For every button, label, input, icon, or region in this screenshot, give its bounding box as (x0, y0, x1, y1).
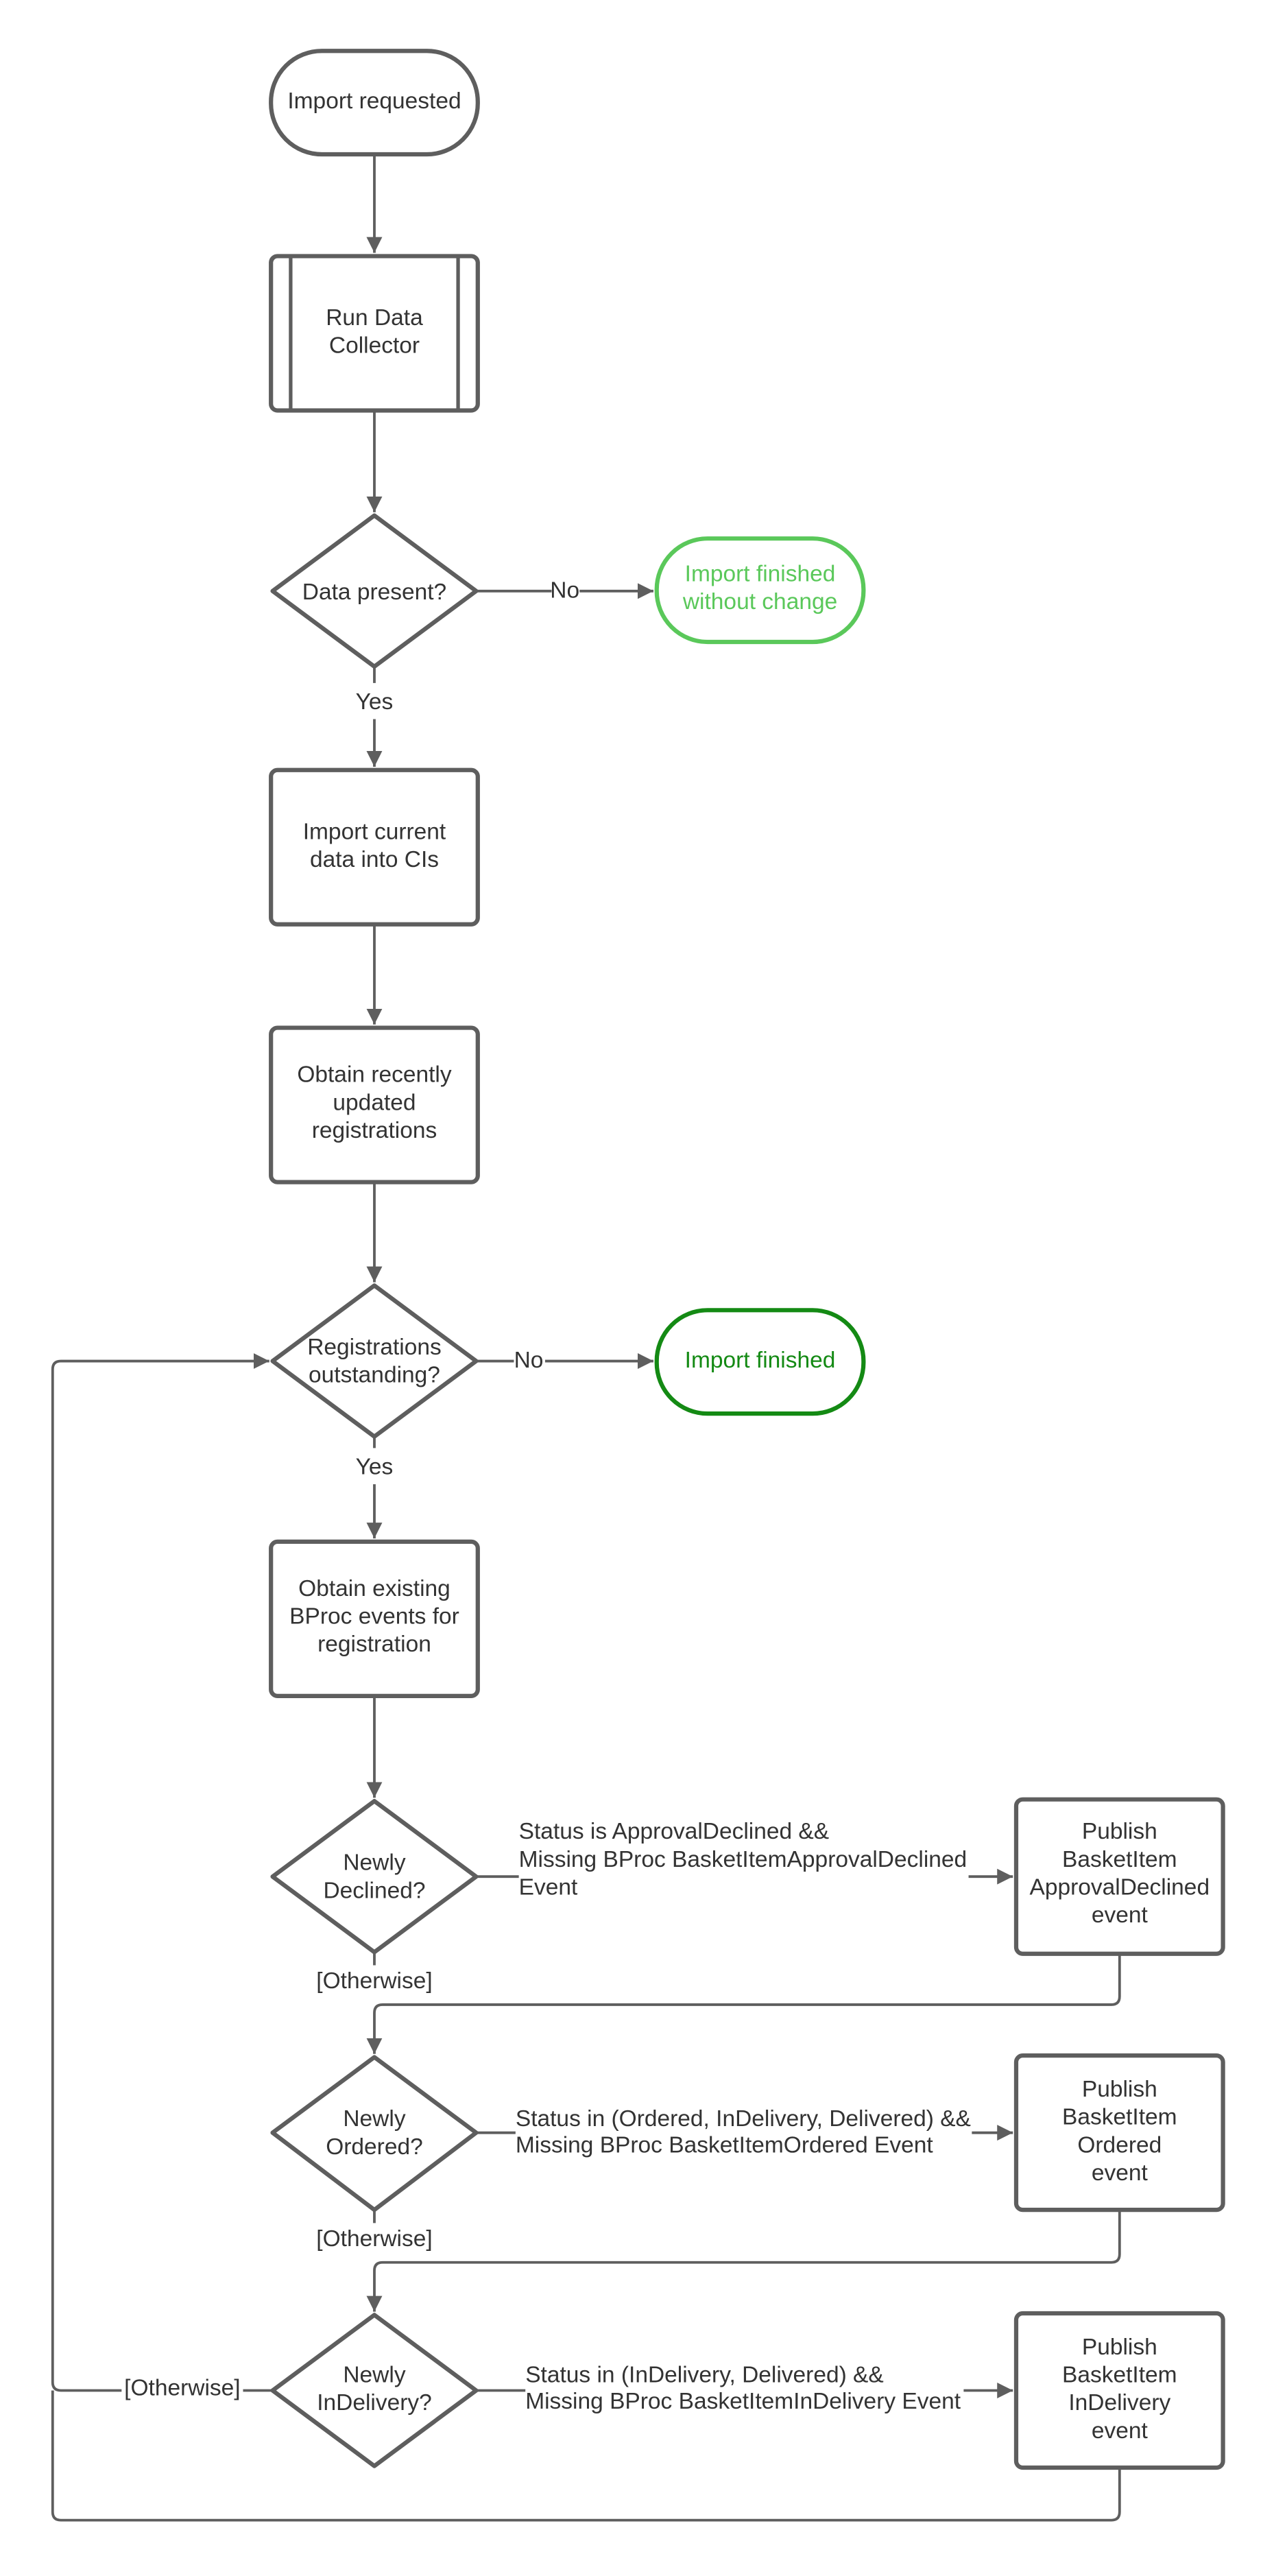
publish-declined-label-1: Publish (1082, 1819, 1157, 1844)
publish-declined-label-2: BasketItem (1062, 1847, 1177, 1872)
collector-label-2: Collector (329, 333, 420, 359)
publish-indelivery-label-4: event (1092, 2418, 1149, 2444)
edge-ordered-indelivery (374, 2210, 1121, 2311)
declined-label-2: Declined? (323, 1878, 425, 1903)
obtain-existing-label-1: Obtain existing (298, 1576, 450, 1601)
obtain-existing-label-2: BProc events for (289, 1604, 459, 1630)
obtain-recent-label-3: registrations (312, 1118, 437, 1143)
publish-ordered-label-4: event (1092, 2160, 1149, 2186)
indelivery-cond-2: Missing BProc BasketItemInDelivery Event (525, 2389, 961, 2414)
end-no-change-label-1: Import finished (685, 561, 836, 586)
otherwise-label-2: [Otherwise] (316, 2226, 432, 2252)
data-present-label: Data present? (302, 580, 446, 605)
declined-cond-3: Event (519, 1875, 578, 1900)
publish-indelivery-label-2: BasketItem (1062, 2363, 1177, 2388)
import-current-label-2: data into CIs (310, 847, 439, 872)
edge-label-no-1: No (550, 577, 579, 603)
otherwise-label-3: [Otherwise] (124, 2376, 240, 2401)
indelivery-label-1: Newly (343, 2363, 405, 2388)
indelivery-cond-1: Status in (InDelivery, Delivered) && (525, 2363, 884, 2388)
import-current-label-1: Import current (303, 819, 446, 844)
registrations-outstanding-decision (270, 1283, 479, 1439)
publish-ordered-label-3: Ordered (1077, 2132, 1162, 2158)
ordered-cond-1: Status in (Ordered, InDelivery, Delivere… (516, 2106, 971, 2132)
outstanding-label-1: Registrations (307, 1335, 442, 1360)
end-finished-label: Import finished (685, 1348, 836, 1373)
flowchart: Import requested Run Data Collector Data… (51, 49, 1225, 2522)
publish-ordered-label-1: Publish (1082, 2077, 1157, 2102)
edge-loop-back (51, 1361, 273, 2392)
outstanding-label-2: outstanding? (309, 1363, 440, 1388)
edge-label-yes-1: Yes (356, 689, 394, 715)
start-label: Import requested (287, 88, 461, 114)
obtain-recent-label-2: updated (333, 1090, 416, 1115)
end-no-change-label-2: without change (682, 589, 837, 615)
collector-label-1: Run Data (326, 305, 423, 331)
obtain-existing-label-3: registration (317, 1632, 431, 1657)
indelivery-label-2: InDelivery? (317, 2390, 432, 2416)
publish-declined-label-4: event (1092, 1903, 1149, 1928)
ordered-label-1: Newly (343, 2106, 405, 2132)
ordered-cond-2: Missing BProc BasketItemOrdered Event (516, 2132, 934, 2158)
publish-ordered-label-2: BasketItem (1062, 2105, 1177, 2130)
publish-indelivery-label-3: InDelivery (1068, 2390, 1170, 2416)
otherwise-label-1: [Otherwise] (316, 1968, 432, 1994)
declined-cond-1: Status is ApprovalDeclined && (519, 1819, 829, 1844)
newly-declined-decision (270, 1798, 479, 1955)
edge-label-yes-2: Yes (356, 1455, 394, 1480)
publish-declined-label-3: ApprovalDeclined (1030, 1875, 1210, 1900)
edge-declined-ordered (374, 1952, 1121, 2053)
connectors (51, 154, 1121, 2522)
obtain-recent-label-1: Obtain recently (297, 1062, 452, 1088)
ordered-label-2: Ordered? (326, 2134, 423, 2160)
publish-indelivery-label-1: Publish (1082, 2335, 1157, 2360)
edge-label-no-2: No (514, 1348, 544, 1373)
declined-label-1: Newly (343, 1850, 405, 1876)
declined-cond-2: Missing BProc BasketItemApprovalDeclined (519, 1847, 967, 1872)
